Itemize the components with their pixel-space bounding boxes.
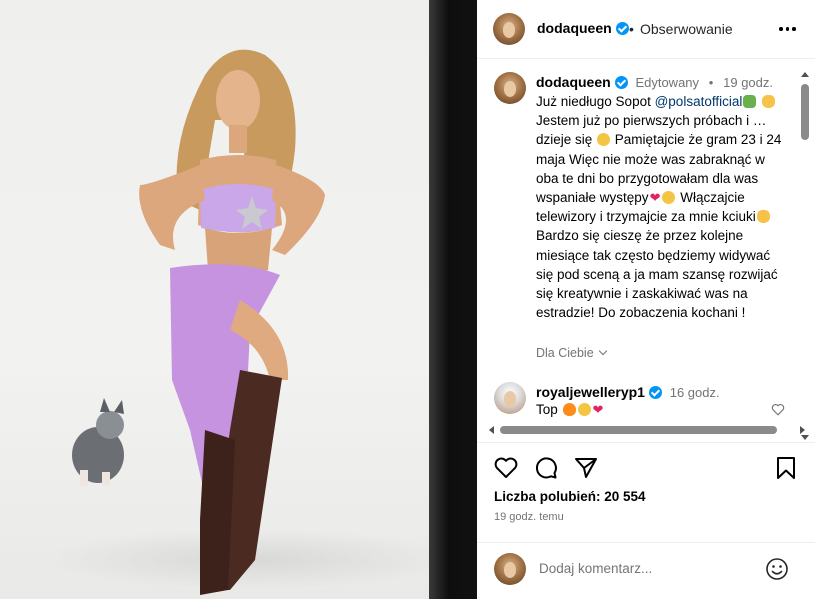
scroll-left-arrow-icon[interactable] [489,426,494,434]
caption-time[interactable]: 19 godz. [723,75,773,90]
three-dots-icon[interactable] [779,21,797,37]
heart-emoji-icon: ❤ [649,190,661,206]
photo-illustration [72,49,325,595]
edited-label: Edytowany [635,75,700,90]
post-header: dodaqueen • Obserwowanie [477,0,815,59]
comments-scroll-area[interactable]: dodaqueen Edytowany • 19 godz. Już niedł… [477,60,815,442]
comment-time[interactable]: 16 godz. [670,385,720,400]
caption-username[interactable]: dodaqueen [536,74,611,90]
comment-header: royaljewelleryp1 16 godz. [536,384,720,400]
crossed-fingers-emoji-icon [756,210,770,224]
chevron-down-icon [598,346,607,356]
post-photo[interactable] [0,0,477,599]
post-panel: dodaqueen • Obserwowanie dodaqueen Edyto… [477,0,815,599]
add-comment-input[interactable] [539,561,759,576]
verified-badge-icon [614,76,628,89]
scroll-right-arrow-icon[interactable] [800,426,805,434]
mention-link[interactable]: @polsatofficial [655,94,743,109]
caption-separator: • [708,75,714,90]
verified-badge-icon [615,22,629,35]
caption-text: Już niedługo Sopot @polsatofficial Jeste… [536,92,791,322]
fire-emoji-icon [562,403,576,416]
author-username-text[interactable]: dodaqueen [537,20,612,36]
commenter-username[interactable]: royaljewelleryp1 [536,384,645,400]
horizontal-scrollbar[interactable] [487,424,807,436]
comment-text: Top ❤ [536,402,604,418]
author-username[interactable]: dodaqueen [537,20,629,36]
horizontal-scroll-thumb[interactable] [500,426,777,434]
add-comment-bar [477,542,815,599]
bookmark-icon[interactable] [773,455,799,481]
comment-like-heart-icon[interactable] [771,403,785,416]
vertical-scroll-thumb[interactable] [801,84,809,140]
comment-bubble-icon[interactable] [533,455,559,481]
caption-header: dodaqueen Edytowany • 19 godz. [536,74,773,90]
for-you-label[interactable]: Dla Ciebie [536,346,594,360]
heart-emoji-icon: ❤ [592,402,604,417]
action-bar [477,442,815,492]
vertical-scrollbar[interactable] [799,70,811,442]
caption-text-part: Bardzo się cieszę że przez kolejne miesi… [536,228,778,321]
grin-emoji-icon [597,133,611,147]
caption-author-avatar[interactable] [494,72,526,104]
author-avatar[interactable] [493,13,525,45]
post-time-ago[interactable]: 19 godz. temu [494,511,564,523]
paper-plane-icon[interactable] [573,455,599,481]
crossed-fingers-emoji-icon [762,95,776,108]
caption-text-part: Już niedługo Sopot [536,94,655,109]
follow-button[interactable]: Obserwowanie [640,21,733,37]
hot-face-emoji-icon [662,191,676,205]
verified-badge-icon [648,386,662,399]
raised-hands-emoji-icon [577,403,591,416]
smiley-icon[interactable] [765,557,789,581]
heart-outline-icon[interactable] [493,455,519,481]
scroll-up-arrow-icon[interactable] [801,72,809,77]
likes-count[interactable]: Liczba polubień: 20 554 [494,489,646,504]
current-user-avatar [494,553,526,585]
header-separator: • [629,21,634,37]
for-you-toggle[interactable]: Dla Ciebie [536,346,607,360]
woman-emoji-icon [743,95,757,108]
commenter-avatar[interactable] [494,382,526,414]
comment-text-value: Top [536,402,558,417]
